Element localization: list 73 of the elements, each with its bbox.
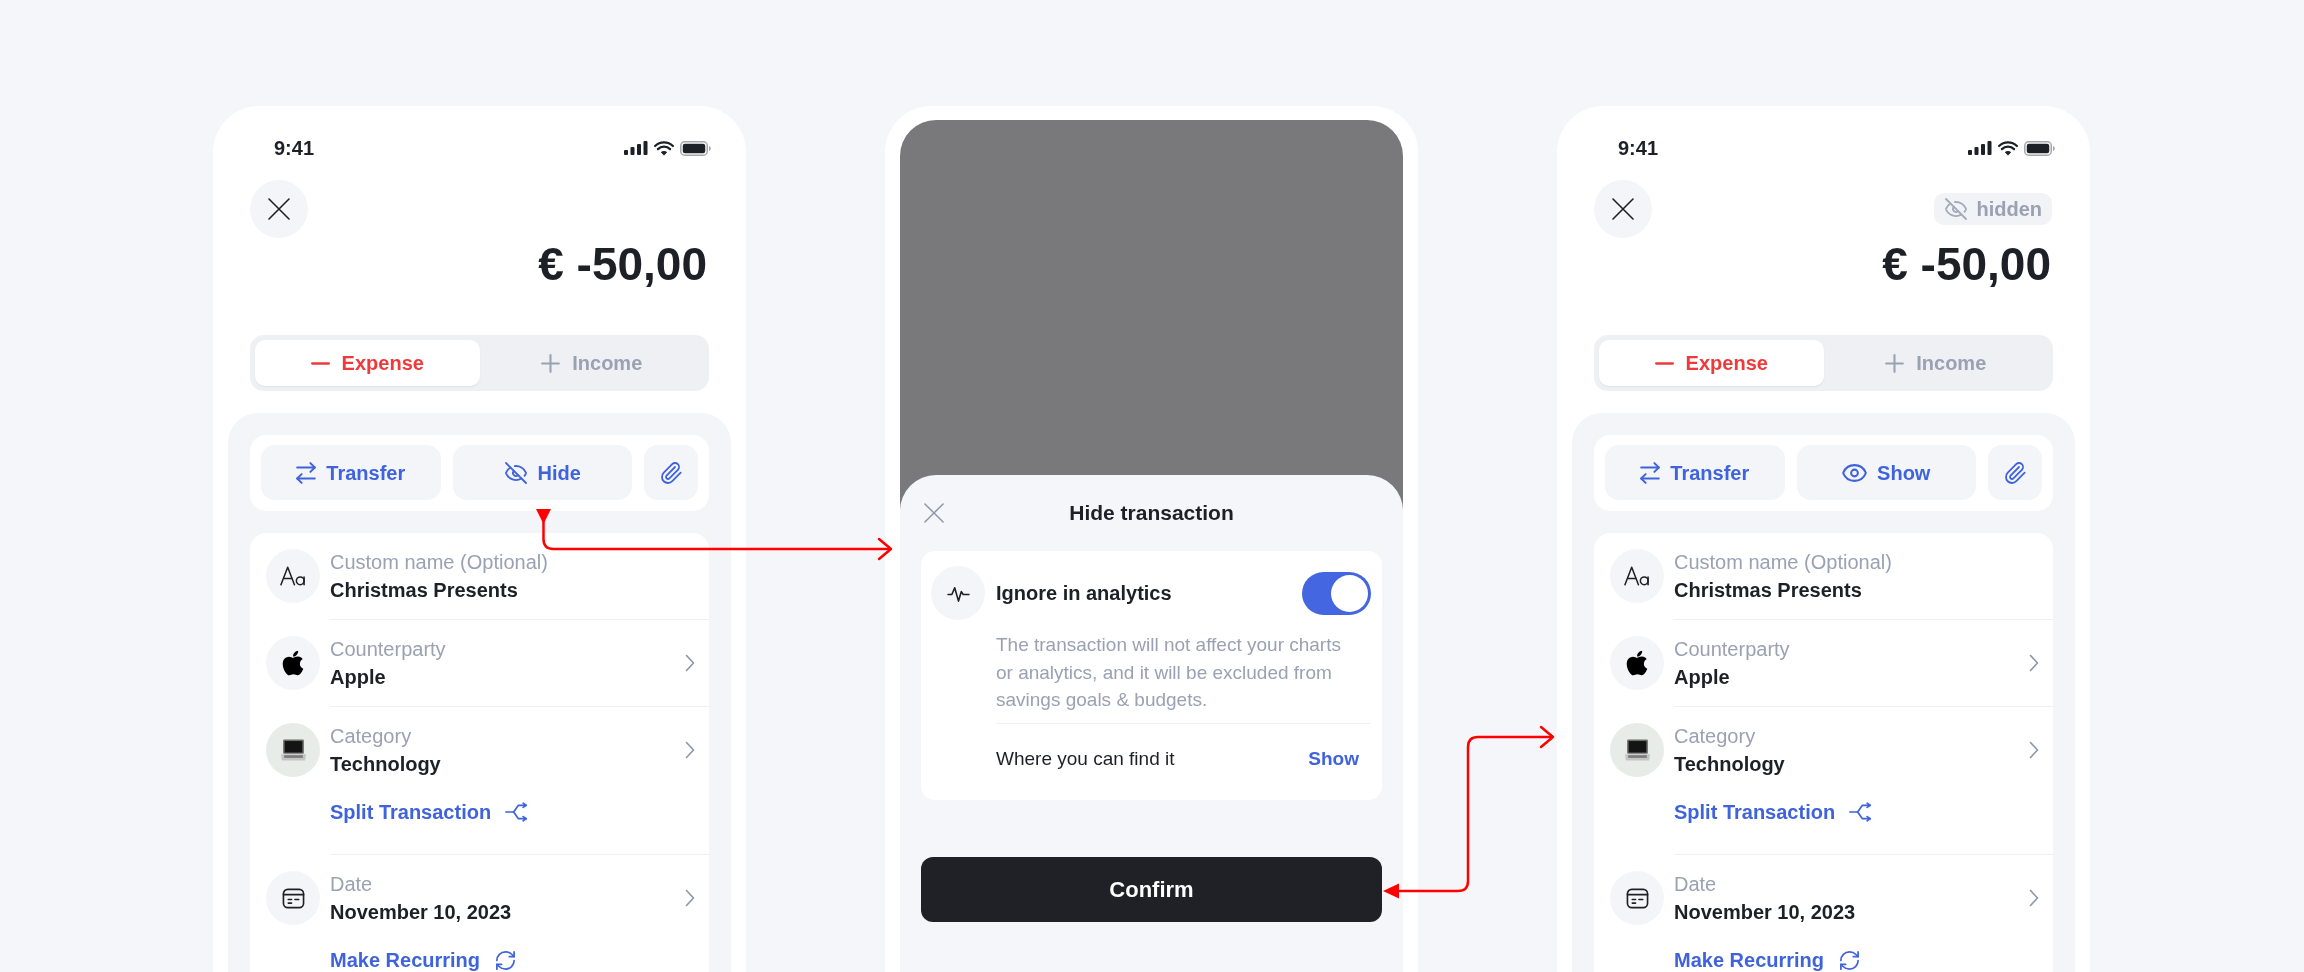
field-label: Custom name (Optional) — [330, 550, 548, 575]
wifi-icon — [654, 140, 674, 156]
footer-label: Where you can find it — [996, 746, 1175, 771]
minus-icon — [1654, 361, 1674, 365]
transfer-button[interactable]: Transfer — [1605, 445, 1785, 500]
minus-icon — [310, 361, 330, 365]
show-button[interactable]: Show — [1796, 445, 1976, 500]
split-transaction-link[interactable]: Split Transaction — [1674, 800, 1873, 824]
signal-icon — [1968, 141, 1992, 155]
eye-slash-icon — [1944, 197, 1969, 221]
field-value: Technology — [1674, 752, 1785, 777]
field-label: Date — [330, 872, 373, 897]
attach-button[interactable] — [1988, 445, 2042, 500]
attach-button[interactable] — [644, 445, 698, 500]
make-recurring-link[interactable]: Make Recurring — [330, 948, 518, 972]
transfer-button[interactable]: Transfer — [261, 445, 441, 500]
paperclip-icon — [659, 460, 683, 485]
signal-icon — [624, 141, 648, 155]
chevron-right-icon — [2029, 889, 2039, 907]
eye-slash-icon — [503, 460, 528, 485]
make-recurring-link[interactable]: Make Recurring — [1674, 948, 1862, 972]
paperclip-icon — [2003, 460, 2027, 485]
repeat-arrows-icon — [1838, 948, 1862, 972]
badge-text: hidden — [1976, 197, 2042, 221]
field-value: Apple — [330, 665, 386, 690]
chevron-right-icon — [685, 654, 695, 672]
confirm-button[interactable]: Confirm — [921, 856, 1382, 922]
transaction-amount: € -50,00 — [538, 238, 707, 290]
type-tab[interactable]: Expense — [1599, 340, 1824, 386]
field-value: Technology — [330, 752, 441, 777]
eye-icon — [1842, 463, 1868, 482]
field-value: Christmas Presents — [330, 578, 518, 603]
field-value: November 10, 2023 — [330, 900, 512, 925]
field-label: Category — [330, 724, 412, 749]
option-label: Ignore in analytics — [996, 581, 1173, 606]
show-link[interactable]: Show — [1308, 744, 1359, 773]
field-label: Counterparty — [330, 637, 446, 662]
split-arrows-icon — [505, 802, 529, 822]
battery-icon — [2024, 140, 2055, 156]
toggle-switch[interactable] — [1302, 571, 1371, 615]
swap-arrows-icon — [296, 461, 317, 484]
split-transaction-link[interactable]: Split Transaction — [330, 800, 529, 824]
hide-button[interactable]: Hide — [452, 445, 632, 500]
repeat-arrows-icon — [494, 948, 518, 972]
close-button[interactable] — [924, 503, 944, 523]
option-description: The transaction will not affect your charts or analytics, and it will be excluded from savings goals & budgets. — [996, 633, 1342, 712]
field-value: November 10, 2023 — [1674, 900, 1856, 925]
plus-icon — [1885, 353, 1905, 373]
status-time: 9:41 — [274, 136, 315, 161]
chevron-right-icon — [2029, 741, 2039, 759]
transaction-amount: € -50,00 — [1882, 238, 2051, 290]
status-time: 9:41 — [1618, 136, 1659, 161]
split-arrows-icon — [1849, 802, 1873, 822]
field-value: Apple — [1674, 665, 1730, 690]
chevron-right-icon — [685, 889, 695, 907]
swap-arrows-icon — [1640, 461, 1661, 484]
close-icon — [268, 198, 290, 220]
field-label: Category — [1674, 724, 1756, 749]
type-tab[interactable]: Expense — [255, 340, 480, 386]
field-label: Counterparty — [1674, 637, 1790, 662]
battery-icon — [680, 140, 711, 156]
close-icon — [1612, 198, 1634, 220]
close-icon — [924, 503, 944, 523]
sheet-title: Hide transaction — [1068, 500, 1235, 526]
field-label: Custom name (Optional) — [1674, 550, 1892, 575]
laptop-icon — [1610, 723, 1664, 777]
field-value: Christmas Presents — [1674, 578, 1862, 603]
chevron-right-icon — [2029, 654, 2039, 672]
wifi-icon — [1998, 140, 2018, 156]
field-label: Date — [1674, 872, 1717, 897]
chevron-right-icon — [685, 741, 695, 759]
laptop-icon — [266, 723, 320, 777]
plus-icon — [541, 353, 561, 373]
